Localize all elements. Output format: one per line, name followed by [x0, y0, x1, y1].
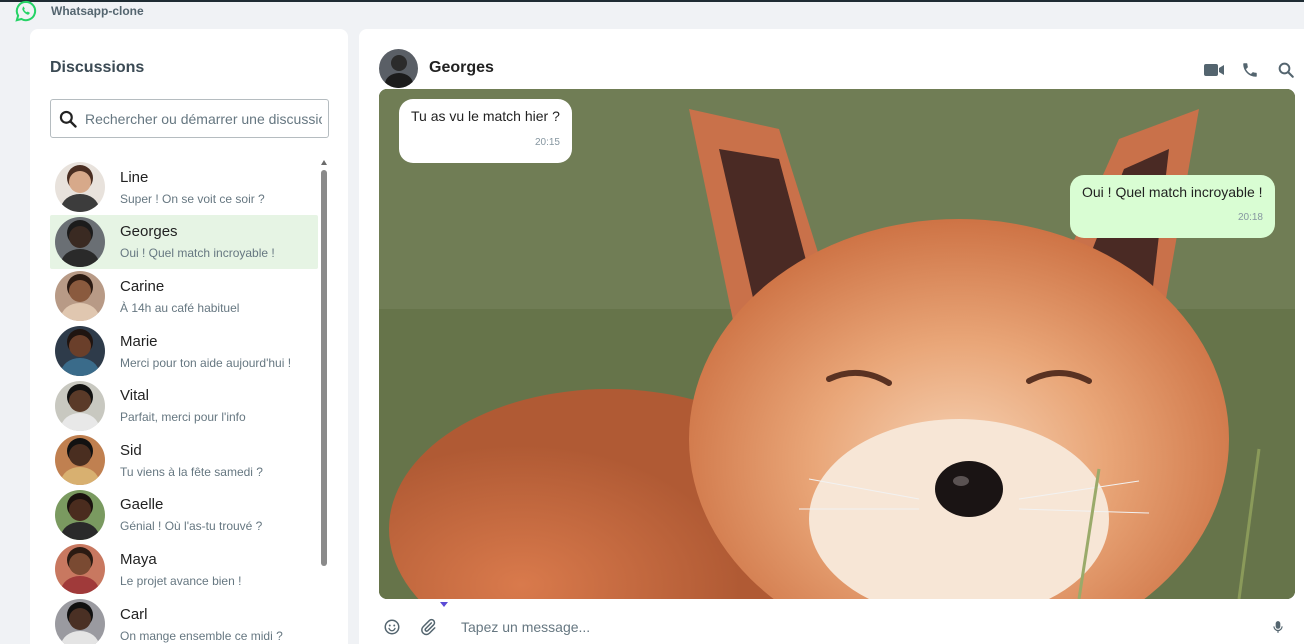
chat-preview: À 14h au café habituel: [120, 300, 240, 315]
window-top-border: [0, 0, 1304, 2]
chat-name: Marie: [120, 332, 158, 350]
search-input[interactable]: [85, 100, 328, 137]
avatar: [55, 599, 105, 644]
phone-icon[interactable]: [1232, 57, 1268, 83]
chat-preview: Oui ! Quel match incroyable !: [120, 246, 275, 261]
chat-list-item[interactable]: Carl On mange ensemble ce midi ?: [50, 597, 318, 644]
chat-list: Line Super ! On se voit ce soir ? Georges O…: [50, 160, 318, 644]
chat-wallpaper: Tu as vu le match hier ? 20:15 Oui ! Que…: [379, 89, 1295, 599]
search-box[interactable]: [50, 99, 329, 138]
video-call-icon[interactable]: [1196, 57, 1232, 83]
chat-name: Vital: [120, 387, 149, 405]
chat-list-item[interactable]: Georges Oui ! Quel match incroyable !: [50, 214, 318, 270]
fox-wallpaper-image: [379, 89, 1295, 599]
chat-name: Line: [120, 168, 149, 186]
app-bar: Whatsapp-clone: [14, 0, 144, 22]
search-icon: [51, 100, 85, 137]
chat-list-item[interactable]: Vital Parfait, merci pour l'info: [50, 378, 318, 433]
chat-preview: Super ! On se voit ce soir ?: [120, 191, 265, 206]
search-icon[interactable]: [1268, 57, 1304, 83]
cursor-indicator-icon: [440, 602, 448, 607]
whatsapp-logo-icon: [14, 0, 38, 22]
chat-preview: Génial ! Où l'as-tu trouvé ?: [120, 519, 263, 534]
sidebar: Discussions Line Super ! On se voit ce so…: [30, 29, 348, 644]
chat-name: Carl: [120, 605, 148, 623]
chat-list-item[interactable]: Marie Merci pour ton aide aujourd'hui !: [50, 324, 318, 379]
chat-list-item[interactable]: Maya Le projet avance bien !: [50, 542, 318, 597]
message-time: 20:15: [534, 137, 560, 148]
contact-name[interactable]: Georges: [429, 59, 494, 77]
sidebar-title: Discussions: [50, 59, 145, 76]
emoji-icon[interactable]: [379, 614, 405, 640]
avatar: [55, 435, 105, 486]
chat-preview: Tu viens à la fête samedi ?: [120, 464, 263, 479]
avatar: [55, 380, 105, 431]
contact-avatar[interactable]: [379, 49, 418, 88]
avatar: [55, 489, 105, 540]
chat-preview: Merci pour ton aide aujourd'hui !: [120, 355, 292, 370]
chat-list-item[interactable]: Sid Tu viens à la fête samedi ?: [50, 433, 318, 488]
chat-list-item[interactable]: Gaelle Génial ! Où l'as-tu trouvé ?: [50, 488, 318, 543]
chat-name: Georges: [120, 223, 178, 241]
message-composer: [379, 610, 1295, 644]
chat-name: Sid: [120, 441, 142, 459]
microphone-icon[interactable]: [1265, 614, 1291, 640]
app-title: Whatsapp-clone: [51, 4, 144, 18]
message-text: Tu as vu le match hier ?: [411, 108, 560, 124]
message-input[interactable]: [461, 612, 1265, 642]
conversation-panel: Georges Tu as vu le match hier ? 20:15 O…: [359, 29, 1304, 644]
chat-name: Carine: [120, 277, 165, 295]
chat-preview: On mange ensemble ce midi ?: [120, 628, 283, 643]
message-bubble-incoming[interactable]: Tu as vu le match hier ? 20:15: [399, 99, 572, 163]
attach-icon[interactable]: [415, 614, 441, 640]
chat-preview: Le projet avance bien !: [120, 573, 242, 588]
scroll-thumb[interactable]: [321, 170, 327, 566]
message-bubble-outgoing[interactable]: Oui ! Quel match incroyable ! 20:18: [1070, 175, 1275, 238]
avatar: [55, 544, 105, 595]
message-text: Oui ! Quel match incroyable !: [1082, 184, 1263, 200]
scroll-up-arrow-icon[interactable]: [321, 160, 327, 165]
header-actions: [1196, 57, 1304, 83]
message-time: 20:18: [1237, 212, 1263, 223]
chat-name: Gaelle: [120, 496, 164, 514]
chat-list-item[interactable]: Carine À 14h au café habituel: [50, 269, 318, 324]
avatar: [55, 162, 105, 213]
chat-list-scrollbar[interactable]: [320, 160, 328, 644]
chat-preview: Parfait, merci pour l'info: [120, 410, 246, 425]
chat-name: Maya: [120, 550, 157, 568]
avatar: [55, 216, 105, 267]
avatar: [55, 326, 105, 377]
chat-list-item[interactable]: Line Super ! On se voit ce soir ?: [50, 160, 318, 215]
avatar: [55, 271, 105, 322]
